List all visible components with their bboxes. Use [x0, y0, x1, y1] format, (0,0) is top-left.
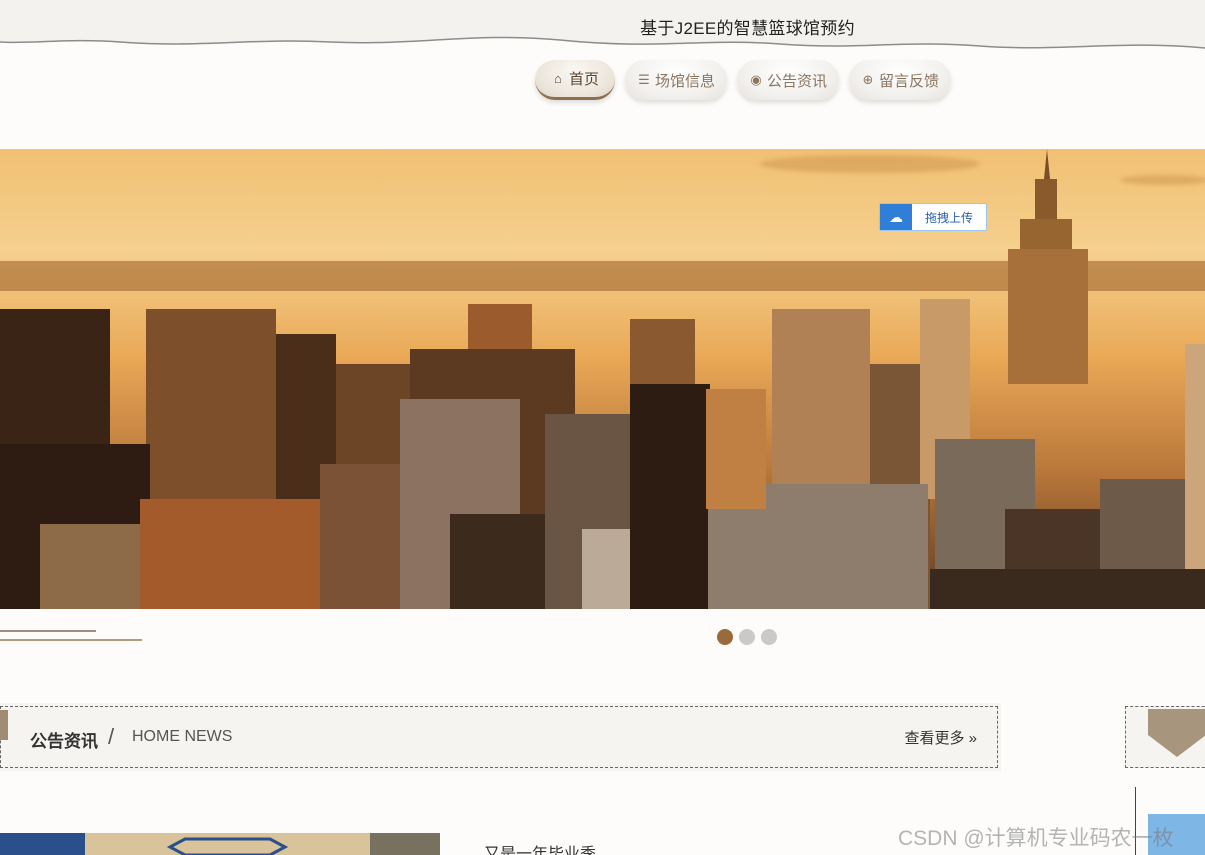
basketball-court-image: [0, 833, 440, 855]
nav-item-label: 公告资讯: [766, 72, 827, 90]
chevron-down-icon: [1148, 709, 1205, 757]
nav-item-venue-info[interactable]: ☰ 场馆信息: [625, 60, 727, 100]
news-thumbnail[interactable]: [0, 833, 440, 855]
nav-item-feedback[interactable]: ⊕ 留言反馈: [849, 60, 951, 100]
nav-item-label: 留言反馈: [878, 72, 939, 90]
watermark: CSDN @计算机专业码农一枚: [898, 827, 1174, 850]
site-title: 基于J2EE的智慧篮球馆预约: [640, 19, 855, 38]
banner-city-image: [0, 149, 1205, 609]
nav-item-home[interactable]: ⌂ 首页: [535, 60, 615, 100]
drag-upload-button[interactable]: ☁ 拖拽上传: [879, 203, 987, 231]
nav-item-label: 场馆信息: [654, 72, 715, 90]
carousel-dot-2[interactable]: [739, 629, 755, 645]
carousel-dot-3[interactable]: [761, 629, 777, 645]
home-icon: ⌂: [554, 71, 562, 86]
palette-icon: ◉: [750, 72, 762, 87]
upload-label: 拖拽上传: [924, 210, 973, 225]
news-section-header: 公告资讯 / HOME NEWS 查看更多 »: [0, 706, 998, 768]
section-subtitle: HOME NEWS: [132, 728, 233, 745]
section-right-box: [1125, 706, 1205, 768]
banner-carousel[interactable]: ☁ 拖拽上传: [0, 149, 1205, 609]
header: 基于J2EE的智慧篮球馆预约: [0, 0, 1205, 60]
nav-item-news[interactable]: ◉ 公告资讯: [737, 60, 839, 100]
section-separator: /: [108, 724, 115, 749]
globe-icon: ⊕: [862, 72, 874, 87]
section-title: 公告资讯: [30, 732, 98, 751]
page: 基于J2EE的智慧篮球馆预约 ⌂ 首页 ☰ 场馆信息 ◉ 公告资讯 ⊕ 留言反馈: [0, 0, 1205, 855]
carousel-dot-1[interactable]: [717, 629, 733, 645]
main-nav: ⌂ 首页 ☰ 场馆信息 ◉ 公告资讯 ⊕ 留言反馈: [535, 60, 951, 100]
carousel-dots: [717, 629, 777, 645]
slider-decor-lines: [0, 630, 142, 641]
cloud-upload-icon: ☁: [880, 204, 912, 230]
news-item-title[interactable]: 又是一年毕业季: [484, 840, 596, 855]
nav-item-label: 首页: [568, 71, 599, 88]
sliders-icon: ☰: [638, 72, 650, 87]
section-left-tab: [0, 710, 8, 740]
view-more-link[interactable]: 查看更多 »: [904, 727, 977, 748]
